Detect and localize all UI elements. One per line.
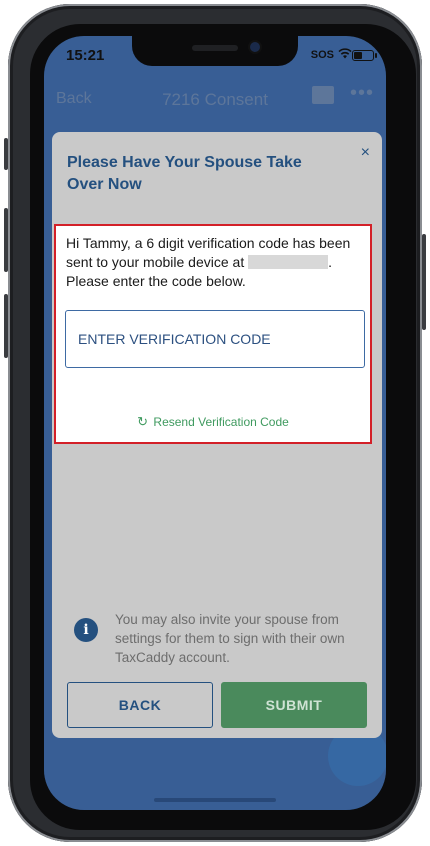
battery-icon xyxy=(352,50,377,61)
back-button[interactable]: BACK xyxy=(67,682,213,728)
close-icon[interactable]: × xyxy=(361,144,370,162)
masked-phone-number xyxy=(248,255,329,269)
verification-code-input[interactable] xyxy=(65,310,365,368)
carrier-sos: SOS xyxy=(310,49,334,61)
wifi-icon xyxy=(338,48,352,59)
spouse-takeover-modal: Please Have Your Spouse Take Over Now × … xyxy=(52,132,382,738)
submit-button[interactable]: SUBMIT xyxy=(221,682,367,728)
verification-message: Hi Tammy, a 6 digit verification code ha… xyxy=(66,234,366,291)
power-button xyxy=(422,234,426,330)
modal-title: Please Have Your Spouse Take Over Now xyxy=(67,154,302,193)
resend-code-link[interactable]: ↻ Resend Verification Code xyxy=(56,414,370,430)
verification-section: Hi Tammy, a 6 digit verification code ha… xyxy=(54,224,372,444)
refresh-icon: ↻ xyxy=(137,414,149,429)
silent-switch xyxy=(4,138,8,170)
info-icon: i xyxy=(74,618,98,642)
screen: 15:21 SOS Back 7216 Consent ••• Please H… xyxy=(44,36,386,810)
status-time: 15:21 xyxy=(66,47,105,64)
volume-down-button xyxy=(4,294,8,358)
home-indicator xyxy=(154,798,276,802)
info-message: You may also invite your spouse from set… xyxy=(115,612,345,665)
resend-label: Resend Verification Code xyxy=(153,415,289,429)
status-bar: 15:21 SOS xyxy=(44,36,386,72)
volume-up-button xyxy=(4,208,8,272)
